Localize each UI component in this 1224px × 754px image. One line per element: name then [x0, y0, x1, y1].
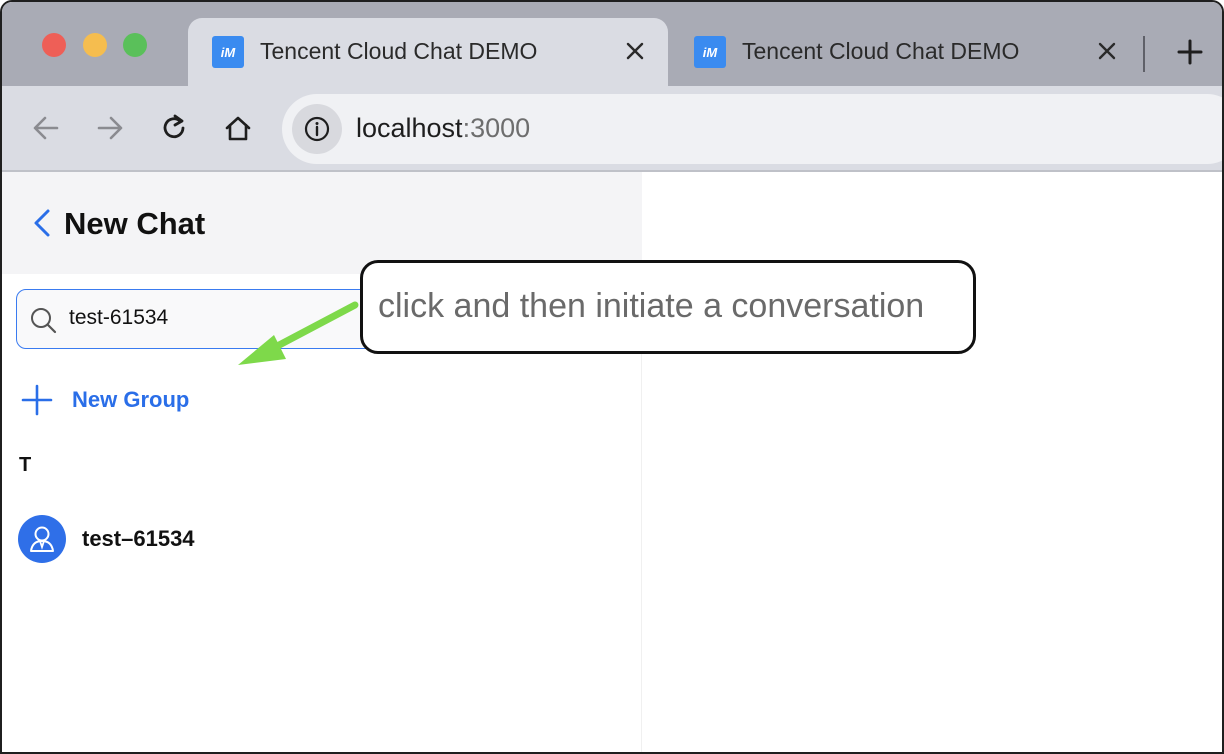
im-logo-icon: iM — [212, 36, 244, 68]
close-icon[interactable] — [620, 36, 650, 66]
avatar — [18, 515, 66, 563]
url-host: localhost — [356, 113, 463, 143]
contact-name: test–61534 — [82, 526, 195, 551]
home-icon[interactable] — [218, 108, 258, 148]
section-header: T — [19, 454, 32, 476]
info-icon[interactable] — [292, 104, 342, 154]
back-chevron-icon[interactable] — [30, 206, 54, 240]
back-arrow-icon[interactable] — [26, 108, 66, 148]
user-icon — [30, 526, 54, 552]
search-icon — [29, 306, 57, 334]
tab-1[interactable]: iM Tencent Cloud Chat DEMO — [188, 18, 668, 86]
annotation-text: click and then initiate a conversation — [378, 287, 925, 325]
address-bar[interactable]: localhost:3000 — [282, 94, 1222, 164]
plus-icon — [21, 384, 53, 416]
tab-title: Tencent Cloud Chat DEMO — [260, 38, 538, 64]
url-port: :3000 — [462, 113, 531, 143]
new-group-label: New Group — [72, 387, 190, 412]
url-text: localhost:3000 — [356, 113, 530, 144]
tab-strip: iM Tencent Cloud Chat DEMO iM Tencent Cl… — [2, 2, 1222, 86]
reload-icon[interactable] — [154, 108, 194, 148]
panel-header: New Chat — [2, 172, 642, 274]
new-tab-button[interactable] — [1170, 32, 1210, 72]
im-logo-icon: iM — [694, 36, 726, 68]
annotation-callout: click and then initiate a conversation — [360, 260, 976, 354]
minimize-window-button[interactable] — [83, 33, 107, 57]
tab-title: Tencent Cloud Chat DEMO — [742, 38, 1020, 64]
tab-2[interactable]: iM Tencent Cloud Chat DEMO — [670, 18, 1140, 86]
new-group-button[interactable]: New Group — [20, 382, 189, 418]
close-window-button[interactable] — [42, 33, 66, 57]
annotation-arrow — [238, 301, 359, 365]
browser-window: iM Tencent Cloud Chat DEMO iM Tencent Cl… — [0, 0, 1224, 754]
browser-toolbar: localhost:3000 — [2, 86, 1222, 172]
tab-divider — [1143, 36, 1145, 72]
close-icon[interactable] — [1092, 36, 1122, 66]
maximize-window-button[interactable] — [123, 33, 147, 57]
page-title: New Chat — [64, 206, 206, 241]
forward-arrow-icon[interactable] — [90, 108, 130, 148]
search-value: test-61534 — [69, 306, 169, 329]
contact-list-item[interactable]: test–61534 — [18, 515, 578, 563]
